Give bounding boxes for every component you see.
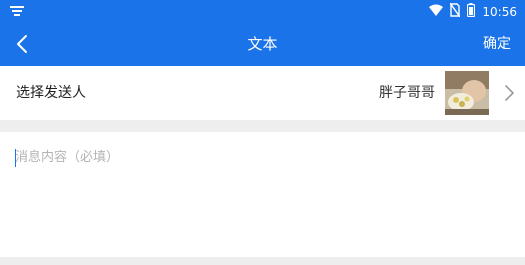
clock: 10:56 — [482, 4, 517, 19]
sender-name: 胖子哥哥 — [379, 85, 435, 101]
screen: 10:56 文本 确定 选择发送人 胖子哥哥 — [0, 0, 525, 265]
text-cursor — [15, 149, 16, 167]
page-title: 文本 — [247, 35, 278, 53]
message-area — [0, 132, 525, 257]
status-bar: 10:56 — [0, 0, 525, 22]
chevron-right-icon — [504, 84, 516, 102]
wifi-icon — [429, 4, 444, 19]
battery-icon — [467, 3, 476, 20]
message-input[interactable] — [15, 148, 510, 248]
section-divider — [0, 120, 525, 132]
status-icons: 10:56 — [429, 2, 517, 20]
select-sender-label: 选择发送人 — [16, 85, 86, 101]
notification-icon — [10, 5, 24, 19]
confirm-button[interactable]: 确定 — [483, 34, 511, 54]
sender-avatar — [445, 71, 489, 115]
bottom-divider — [0, 257, 525, 265]
app-bar: 文本 确定 — [0, 22, 525, 66]
no-sim-icon — [449, 2, 461, 20]
